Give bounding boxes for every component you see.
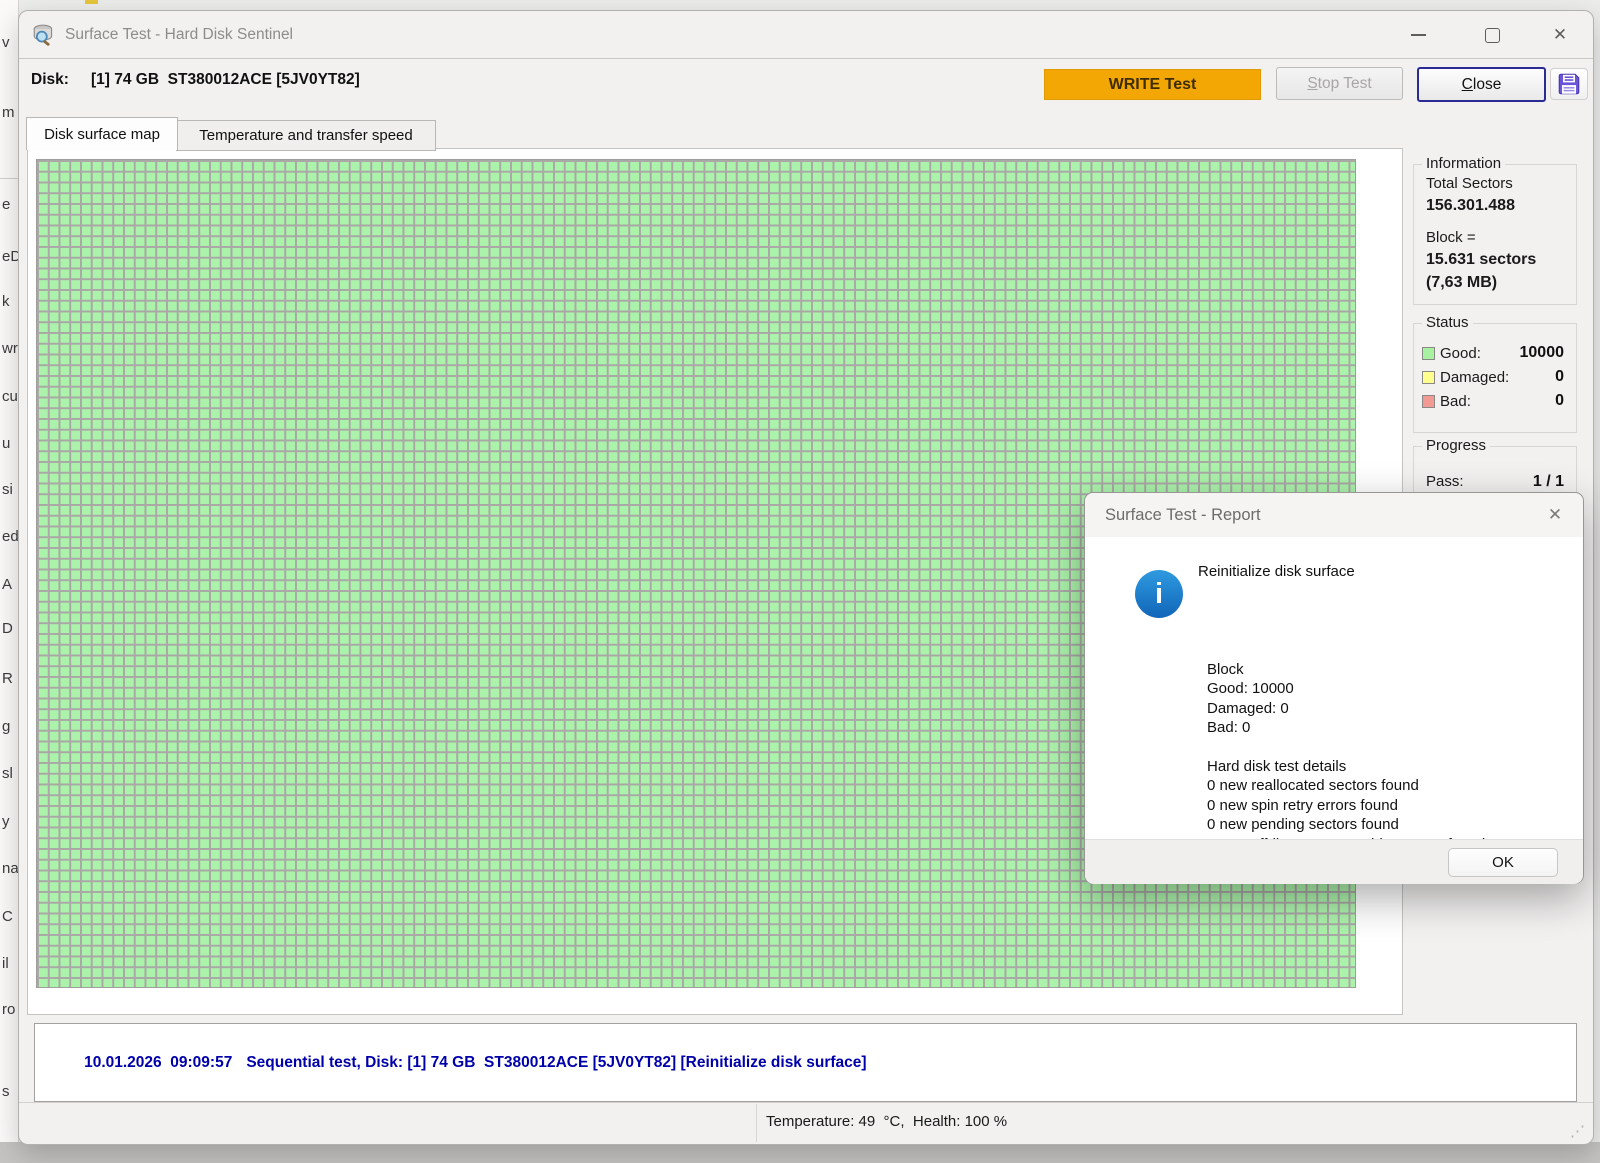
info-glyph: i [1155, 578, 1163, 611]
log-timestamp: 10.01.2026 09:09:57 [84, 1052, 232, 1074]
total-sectors-label: Total Sectors [1426, 175, 1513, 192]
background-text-fragment: na [2, 860, 18, 877]
minimize-button[interactable] [1405, 25, 1431, 45]
dialog-text-line: 0 new reallocated sectors found [1198, 776, 1485, 796]
dialog-text-line: 0 new pending sectors found [1198, 815, 1485, 835]
ok-button[interactable]: OK [1448, 848, 1558, 877]
background-text-fragment: g [2, 718, 18, 735]
pass-label: Pass: [1426, 473, 1464, 491]
save-report-button[interactable] [1550, 68, 1588, 100]
disk-value: [1] 74 GB ST380012ACE [5JV0YT82] [91, 71, 360, 89]
pass-value: 1 / 1 [1533, 473, 1564, 491]
background-text-fragment: C [2, 908, 18, 925]
status-row-label: Good: [1440, 345, 1481, 362]
status-panel: Status Good: 10000 Damaged: 0 [1413, 323, 1577, 433]
app-icon [31, 22, 57, 48]
title-bar: Surface Test - Hard Disk Sentinel ✕ [19, 11, 1593, 58]
status-color-swatch [1422, 371, 1435, 384]
background-text-fragment: eD [2, 248, 18, 265]
background-text-fragment: il [2, 955, 18, 972]
log-message: Sequential test, Disk: [1] 74 GB ST38001… [246, 1054, 866, 1071]
maximize-icon [1485, 28, 1500, 43]
ok-label: OK [1492, 854, 1514, 871]
block-sectors-value: 15.631 sectors [1426, 251, 1536, 269]
report-dialog: Surface Test - Report ✕ i Reinitialize d… [1084, 492, 1584, 884]
status-color-swatch [1422, 395, 1435, 408]
resize-grip-icon[interactable]: ⋰ [1570, 1122, 1585, 1140]
close-label: Close [1462, 76, 1502, 94]
status-row: Good: 10000 [1422, 342, 1564, 364]
background-text-fragment: u [2, 435, 18, 452]
info-icon: i [1135, 570, 1183, 618]
dialog-text-line: Block [1198, 660, 1294, 680]
tab-label: Temperature and transfer speed [199, 127, 412, 144]
dialog-close-button[interactable]: ✕ [1543, 503, 1567, 527]
tab-disk-surface-map[interactable]: Disk surface map [26, 117, 178, 150]
status-row-value: 0 [1555, 392, 1564, 410]
close-icon: ✕ [1553, 25, 1567, 45]
statusbar-separator [756, 1104, 757, 1142]
dialog-test-details: Hard disk test details0 new reallocated … [1198, 698, 1485, 854]
status-row-label: Bad: [1440, 393, 1471, 410]
status-row-label: Damaged: [1440, 369, 1509, 386]
background-text-fragment: e [2, 196, 18, 213]
background-text-fragment: si [2, 481, 18, 498]
dialog-text-line: 0 new spin retry errors found [1198, 796, 1485, 816]
background-window-strip: v m e eD k wr cu u si ed A D Rg sl y na Cil ro s [0, 0, 19, 1142]
background-strip-divider [0, 178, 18, 179]
write-test-button[interactable]: WRITE Test [1044, 69, 1261, 100]
log-entry: 10.01.2026 09:09:57 Sequential test, Disk… [35, 1030, 1576, 1096]
stop-test-button[interactable]: Stop Test [1276, 67, 1403, 100]
statusbar-text: Temperature: 49 °C, Health: 100 % [766, 1102, 1007, 1142]
close-button[interactable]: Close [1417, 67, 1546, 102]
tab-label: Disk surface map [44, 126, 160, 143]
screen: v m e eD k wr cu u si ed A D Rg sl y na Cil ro s Surface T… [0, 0, 1600, 1163]
tab-temperature-transfer-speed[interactable]: Temperature and transfer speed [176, 120, 436, 151]
status-row-value: 10000 [1520, 344, 1565, 362]
dialog-heading: Reinitialize disk surface [1198, 563, 1355, 580]
status-row: Damaged: 0 [1422, 366, 1564, 388]
status-title: Status [1422, 314, 1473, 331]
background-text-fragment: wr [2, 340, 18, 357]
information-title: Information [1422, 155, 1505, 172]
information-panel: Information Total Sectors 156.301.488 Bl… [1413, 164, 1577, 305]
block-label: Block = [1426, 229, 1476, 246]
background-text-fragment: D [2, 620, 18, 637]
disk-label: Disk: [31, 71, 69, 89]
block-size-value: (7,63 MB) [1426, 274, 1497, 292]
progress-title: Progress [1422, 437, 1490, 454]
background-text-fragment: v [2, 34, 18, 51]
background-text-fragment: sl [2, 765, 18, 782]
background-text-fragment: A [2, 576, 18, 593]
total-sectors-value: 156.301.488 [1426, 197, 1515, 215]
desktop-background [0, 1142, 1600, 1163]
background-text-fragment: k [2, 293, 18, 310]
titlebar-divider [19, 58, 1593, 59]
window-close-button[interactable]: ✕ [1547, 25, 1573, 45]
status-color-swatch [1422, 347, 1435, 360]
status-row-value: 0 [1555, 368, 1564, 386]
window-title: Surface Test - Hard Disk Sentinel [65, 11, 293, 58]
background-text-fragment: m [2, 104, 18, 121]
background-text-fragment: cu [2, 388, 18, 405]
save-icon [1556, 71, 1582, 97]
dialog-footer: OK [1085, 839, 1583, 884]
test-log: 10.01.2026 09:09:57 Sequential test, Disk… [34, 1023, 1577, 1102]
status-row: Bad: 0 [1422, 390, 1564, 412]
minimize-icon [1411, 34, 1426, 36]
background-window-sliver [85, 0, 98, 4]
background-text-fragment: R [2, 670, 18, 687]
pass-row: Pass: 1 / 1 [1426, 473, 1564, 491]
background-text-fragment: ro [2, 1001, 18, 1018]
dialog-text-line: Good: 10000 [1198, 679, 1294, 699]
dialog-text-line: Hard disk test details [1198, 757, 1485, 777]
background-text-fragment: y [2, 813, 18, 830]
background-text-fragment: s [2, 1083, 18, 1100]
close-icon: ✕ [1548, 505, 1562, 525]
dialog-title: Surface Test - Report [1105, 493, 1261, 537]
write-test-label: WRITE Test [1109, 76, 1197, 94]
stop-test-label: Stop Test [1307, 75, 1371, 93]
background-text-fragment: ed [2, 528, 18, 545]
maximize-button[interactable] [1479, 25, 1505, 45]
